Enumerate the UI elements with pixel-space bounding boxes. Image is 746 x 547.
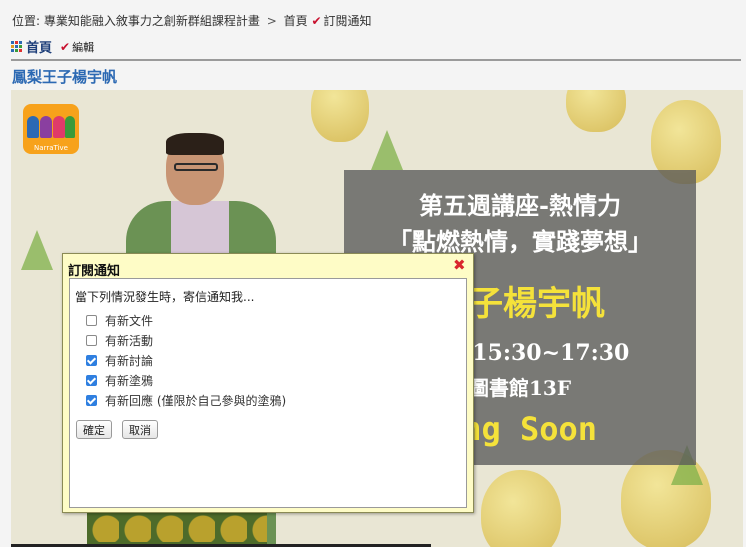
breadcrumb-prefix: 位置: [12, 14, 41, 28]
checkmark-icon: ✔ [60, 39, 71, 54]
home-link[interactable]: 首頁 [26, 37, 52, 56]
event-theme: 「點燃熱情，實踐夢想」 [388, 227, 652, 256]
page-title: 鳳梨王子楊宇帆 [12, 68, 118, 86]
edit-link[interactable]: 編輯 [72, 39, 94, 55]
option-label: 有新活動 [105, 334, 154, 348]
checkbox-new-activity[interactable] [86, 335, 97, 346]
dialog-prompt: 當下列情況發生時，寄信通知我... [75, 290, 255, 304]
subscribe-dialog: 訂閱通知 ✖ 當下列情況發生時，寄信通知我... 有新文件 有新活動 有新討論 … [62, 253, 474, 513]
option-new-document[interactable]: 有新文件 [86, 312, 153, 329]
dialog-title: 訂閱通知 [68, 264, 121, 279]
checkmark-icon: ✔ [311, 14, 322, 28]
breadcrumb: 位置: 專業知能融入敘事力之創新群組課程計畫 > 首頁 ✔ 訂閱通知 [12, 12, 372, 29]
breadcrumb-separator: > [266, 14, 277, 28]
option-new-reply[interactable]: 有新回應 (僅限於自己參與的塗鴉) [86, 392, 286, 409]
grid-icon [11, 41, 22, 52]
close-icon[interactable]: ✖ [453, 256, 466, 274]
option-new-discussion[interactable]: 有新討論 [86, 352, 153, 369]
pineapple-decoration [566, 90, 626, 132]
leaf-decoration [371, 130, 403, 170]
breadcrumb-course-link[interactable]: 專業知能融入敘事力之創新群組課程計畫 [44, 14, 260, 28]
breadcrumb-current: 訂閱通知 [323, 14, 372, 28]
checkbox-new-reply[interactable] [86, 395, 97, 406]
logo-text: NarraTive [34, 144, 68, 152]
option-label: 有新文件 [105, 314, 154, 328]
option-new-activity[interactable]: 有新活動 [86, 332, 153, 349]
checkbox-new-doodle[interactable] [86, 375, 97, 386]
breadcrumb-home-link[interactable]: 首頁 [284, 14, 308, 28]
option-label: 有新討論 [105, 354, 154, 368]
pineapple-decoration [481, 470, 561, 547]
pineapple-decoration [311, 90, 369, 142]
option-label: 有新塗鴉 [105, 374, 154, 388]
divider [11, 59, 741, 61]
checkbox-new-document[interactable] [86, 315, 97, 326]
dialog-body: 當下列情況發生時，寄信通知我... 有新文件 有新活動 有新討論 有新塗鴉 有新… [69, 278, 467, 508]
top-nav: 首頁 ✔ 編輯 [11, 37, 94, 56]
option-label: 有新回應 (僅限於自己參與的塗鴉) [105, 394, 287, 408]
narrative-logo: NarraTive [23, 104, 79, 154]
event-week: 第五週講座-熱情力 [419, 191, 621, 220]
checkbox-new-discussion[interactable] [86, 355, 97, 366]
pineapple-pile [87, 510, 267, 547]
leaf-decoration [21, 230, 53, 270]
option-new-doodle[interactable]: 有新塗鴉 [86, 372, 153, 389]
cancel-button[interactable]: 取消 [122, 420, 158, 439]
confirm-button[interactable]: 確定 [76, 420, 112, 439]
